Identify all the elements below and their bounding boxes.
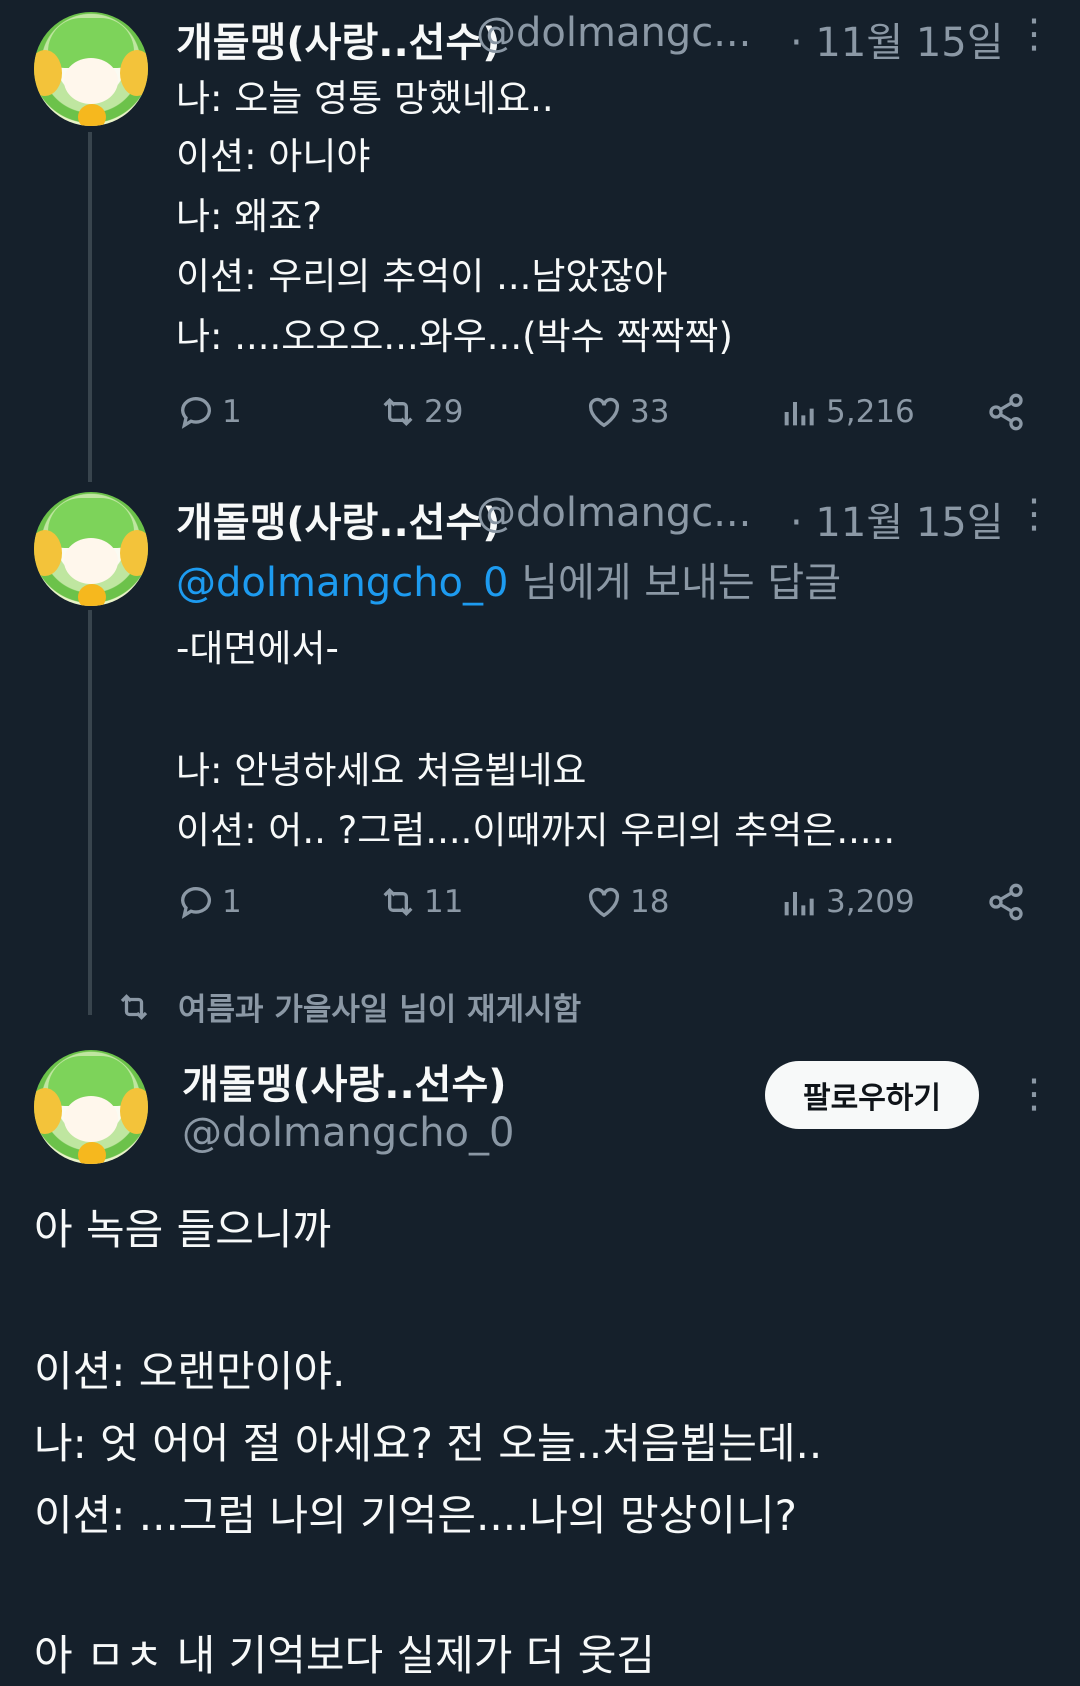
- thread-line: [88, 132, 92, 482]
- share-button[interactable]: [986, 392, 1026, 432]
- more-icon[interactable]: ⋮: [1014, 494, 1054, 534]
- repost-notice-text: 여름과 가을사일 님이 재게시함: [178, 992, 582, 1028]
- tweet-text-line: 이션: 어.. ?그럼....이때까지 우리의 추억은.....: [176, 809, 896, 852]
- retweet-icon: [120, 993, 148, 1020]
- author-handle[interactable]: @dolmangcho_0: [182, 1110, 514, 1156]
- reply-button[interactable]: 1: [176, 882, 242, 922]
- reply-icon: [180, 397, 211, 429]
- more-icon[interactable]: ⋮: [1014, 1074, 1054, 1114]
- like-count: 33: [630, 394, 670, 430]
- more-icon[interactable]: ⋮: [1014, 14, 1054, 54]
- author-name[interactable]: 개돌맹(사랑..선수): [176, 10, 501, 68]
- reply-count: 1: [222, 884, 242, 920]
- like-icon: [588, 397, 620, 428]
- reply-icon: [180, 887, 211, 919]
- avatar[interactable]: [34, 12, 148, 126]
- reply-mention-link[interactable]: @dolmangcho_0: [176, 560, 508, 606]
- follow-button[interactable]: 팔로우하기: [765, 1061, 979, 1129]
- share-button[interactable]: [986, 882, 1026, 922]
- tweet-text-line: 나: ....오오오...와우...(박수 짝짝짝): [176, 315, 733, 358]
- author-handle[interactable]: @dolmangc...: [476, 490, 751, 536]
- thread-line: [88, 610, 92, 1015]
- retweet-icon: [383, 397, 413, 427]
- tweet-text-line: 이션: 우리의 추억이 ...남았잖아: [176, 255, 668, 298]
- tweet-text-line: 나: 오늘 영통 망했네요..: [176, 77, 554, 120]
- author-handle[interactable]: @dolmangc...: [476, 10, 751, 56]
- avatar[interactable]: [34, 1050, 148, 1164]
- like-button[interactable]: 33: [584, 392, 669, 432]
- author-name[interactable]: 개돌맹(사랑..선수): [182, 1052, 507, 1110]
- tweet-text-line: 나: 안녕하세요 처음뵙네요: [176, 749, 587, 792]
- author-name[interactable]: 개돌맹(사랑..선수): [176, 490, 501, 548]
- retweet-button[interactable]: 29: [378, 392, 463, 432]
- tweet-date[interactable]: · 11월 15일: [790, 490, 1004, 548]
- tweet-text-line: 이션: ...그럼 나의 기억은....나의 망상이니?: [34, 1491, 797, 1540]
- retweet-button[interactable]: 11: [378, 882, 463, 922]
- like-count: 18: [630, 884, 670, 920]
- tweet-text-line: 이션: 오랜만이야.: [34, 1347, 346, 1396]
- views-count: 3,209: [826, 884, 915, 920]
- views-count: 5,216: [826, 394, 915, 430]
- views-icon: [784, 402, 814, 426]
- tweet-date[interactable]: · 11월 15일: [790, 10, 1004, 68]
- reply-button[interactable]: 1: [176, 392, 242, 432]
- retweet-icon: [383, 887, 413, 917]
- tweet-text-line: 나: 엇 어어 절 아세요? 전 오늘..처음뵙는데..: [34, 1419, 823, 1468]
- share-icon: [989, 883, 1023, 921]
- tweet-text-line: 이션: 아니야: [176, 135, 371, 178]
- reply-count: 1: [222, 394, 242, 430]
- tweet-text-line: 나: 왜죠?: [176, 195, 322, 238]
- retweet-count: 29: [424, 394, 464, 430]
- tweet-text-line: -대면에서-: [176, 627, 339, 670]
- reply-suffix: 님에게 보내는 답글: [521, 560, 842, 606]
- retweet-count: 11: [424, 884, 464, 920]
- tweet-text-line: 아 ㅁㅊ 내 기억보다 실제가 더 웃김: [34, 1631, 656, 1680]
- like-icon: [588, 887, 620, 918]
- avatar[interactable]: [34, 492, 148, 606]
- reply-context: @dolmangcho_0 님에게 보내는 답글: [176, 550, 841, 608]
- repost-notice[interactable]: 여름과 가을사일 님이 재게시함: [116, 984, 581, 1029]
- views-button[interactable]: 3,209: [780, 882, 915, 922]
- views-button[interactable]: 5,216: [780, 392, 915, 432]
- views-icon: [784, 892, 814, 916]
- share-icon: [989, 393, 1023, 431]
- tweet-text-line: 아 녹음 들으니까: [34, 1205, 332, 1254]
- like-button[interactable]: 18: [584, 882, 669, 922]
